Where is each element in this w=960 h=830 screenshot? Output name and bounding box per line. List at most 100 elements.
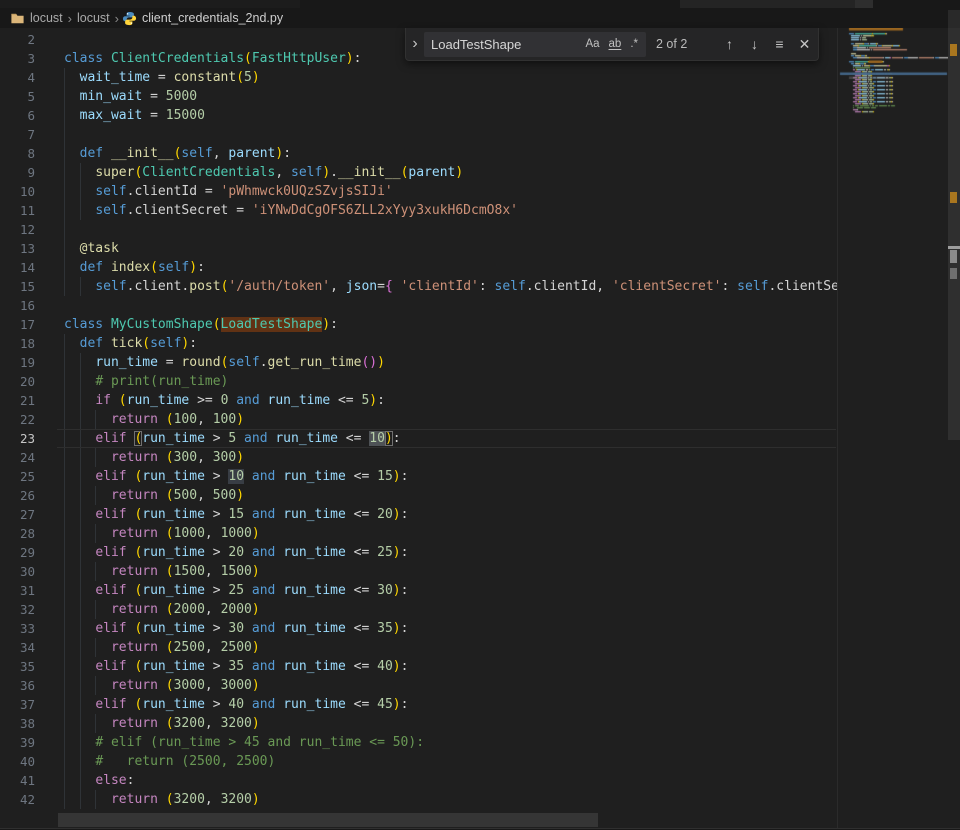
- find-expand-chevron-icon[interactable]: ›: [406, 28, 424, 60]
- minimap[interactable]: [838, 28, 948, 828]
- token: [64, 70, 80, 85]
- code-line-5[interactable]: 5 min_wait = 5000: [0, 87, 837, 106]
- token: super: [95, 165, 134, 180]
- line-number: 31: [0, 581, 35, 600]
- horizontal-scrollbar-slider[interactable]: [58, 813, 598, 827]
- code-line-37[interactable]: 37 elif (run_time > 40 and run_time <= 4…: [0, 695, 837, 714]
- code-line-13[interactable]: 13 @task: [0, 239, 837, 258]
- token: [64, 146, 80, 161]
- vertical-scrollbar-slider[interactable]: [948, 10, 960, 440]
- token: ,: [197, 488, 213, 503]
- token: [64, 431, 95, 446]
- code-text: # return (2500, 2500): [64, 752, 275, 771]
- token: 3200: [174, 792, 205, 807]
- token: '/auth/token': [228, 279, 330, 294]
- token: ): [393, 697, 401, 712]
- find-input[interactable]: [424, 37, 580, 52]
- token: run_time: [283, 545, 346, 560]
- vscode-window: locust › locust › client_credentials_2nd…: [0, 0, 960, 830]
- code-line-17[interactable]: 17class MyCustomShape(LoadTestShape):: [0, 315, 837, 334]
- code-line-30[interactable]: 30 return (1500, 1500): [0, 562, 837, 581]
- code-line-41[interactable]: 41 else:: [0, 771, 837, 790]
- token: 15: [228, 507, 244, 522]
- regex-icon[interactable]: .*: [626, 36, 642, 52]
- code-line-8[interactable]: 8 def __init__(self, parent):: [0, 144, 837, 163]
- token: (: [166, 564, 174, 579]
- code-line-34[interactable]: 34 return (2500, 2500): [0, 638, 837, 657]
- code-line-21[interactable]: 21 if (run_time >= 0 and run_time <= 5):: [0, 391, 837, 410]
- find-in-selection-button[interactable]: ≡: [768, 33, 791, 56]
- token: .clientId =: [127, 184, 221, 199]
- token: <=: [346, 621, 377, 636]
- code-line-27[interactable]: 27 elif (run_time > 15 and run_time <= 2…: [0, 505, 837, 524]
- code-line-19[interactable]: 19 run_time = round(self.get_run_time()): [0, 353, 837, 372]
- code-line-28[interactable]: 28 return (1000, 1000): [0, 524, 837, 543]
- code-line-29[interactable]: 29 elif (run_time > 20 and run_time <= 2…: [0, 543, 837, 562]
- whole-word-icon[interactable]: ab: [605, 36, 626, 52]
- code-line-12[interactable]: 12: [0, 220, 837, 239]
- token: [275, 659, 283, 674]
- token: # return (2500, 2500): [95, 754, 275, 769]
- code-text: else:: [64, 771, 134, 790]
- code-line-10[interactable]: 10 self.clientId = 'pWhmwck0UQzSZvjsSIJi…: [0, 182, 837, 201]
- code-line-24[interactable]: 24 return (300, 300): [0, 448, 837, 467]
- token: 45: [377, 697, 393, 712]
- token: [64, 697, 95, 712]
- code-line-31[interactable]: 31 elif (run_time > 25 and run_time <= 3…: [0, 581, 837, 600]
- token: ): [393, 469, 401, 484]
- code-line-9[interactable]: 9 super(ClientCredentials, self).__init_…: [0, 163, 837, 182]
- line-number: 17: [0, 315, 35, 334]
- code-line-15[interactable]: 15 self.client.post('/auth/token', json=…: [0, 277, 837, 296]
- code-line-6[interactable]: 6 max_wait = 15000: [0, 106, 837, 125]
- token: self: [150, 336, 181, 351]
- code-line-23[interactable]: 23 elif (run_time > 5 and run_time <= 10…: [0, 429, 837, 448]
- code-line-32[interactable]: 32 return (2000, 2000): [0, 600, 837, 619]
- token: [111, 393, 119, 408]
- code-line-33[interactable]: 33 elif (run_time > 30 and run_time <= 3…: [0, 619, 837, 638]
- token: [64, 469, 95, 484]
- previous-match-button[interactable]: ↑: [718, 33, 741, 56]
- token: (: [166, 450, 174, 465]
- code-line-35[interactable]: 35 elif (run_time > 35 and run_time <= 4…: [0, 657, 837, 676]
- token: ClientCredentials: [142, 165, 275, 180]
- token: run_time: [283, 697, 346, 712]
- code-text: return (500, 500): [64, 486, 244, 505]
- line-number: 42: [0, 790, 35, 809]
- token: return: [111, 526, 158, 541]
- code-line-36[interactable]: 36 return (3000, 3000): [0, 676, 837, 695]
- token: [103, 260, 111, 275]
- token: and: [252, 583, 275, 598]
- code-line-14[interactable]: 14 def index(self):: [0, 258, 837, 277]
- token: constant: [174, 70, 237, 85]
- token: if: [95, 393, 111, 408]
- code-line-22[interactable]: 22 return (100, 100): [0, 410, 837, 429]
- token: post: [189, 279, 220, 294]
- code-line-42[interactable]: 42 return (3200, 3200): [0, 790, 837, 809]
- token: [158, 640, 166, 655]
- code-line-4[interactable]: 4 wait_time = constant(5): [0, 68, 837, 87]
- token: parent: [228, 146, 275, 161]
- token: [158, 716, 166, 731]
- code-line-18[interactable]: 18 def tick(self):: [0, 334, 837, 353]
- breadcrumb-item-file[interactable]: client_credentials_2nd.py: [142, 11, 283, 25]
- breadcrumb-item-folder[interactable]: locust: [77, 11, 110, 25]
- next-match-button[interactable]: ↓: [743, 33, 766, 56]
- token: ): [252, 678, 260, 693]
- code-line-40[interactable]: 40 # return (2500, 2500): [0, 752, 837, 771]
- horizontal-scrollbar[interactable]: [0, 812, 837, 828]
- code-line-16[interactable]: 16: [0, 296, 837, 315]
- match-case-icon[interactable]: Aa: [581, 36, 603, 52]
- code-line-25[interactable]: 25 elif (run_time > 10 and run_time <= 1…: [0, 467, 837, 486]
- code-line-38[interactable]: 38 return (3200, 3200): [0, 714, 837, 733]
- code-line-11[interactable]: 11 self.clientSecret = 'iYNwDdCgOFS6ZLL2…: [0, 201, 837, 220]
- code-editor[interactable]: 23class ClientCredentials(FastHttpUser):…: [0, 30, 837, 812]
- code-line-26[interactable]: 26 return (500, 500): [0, 486, 837, 505]
- breadcrumb-item-root[interactable]: locust: [30, 11, 63, 25]
- code-line-7[interactable]: 7: [0, 125, 837, 144]
- code-line-20[interactable]: 20 # print(run_time): [0, 372, 837, 391]
- close-find-button[interactable]: ✕: [793, 33, 816, 56]
- token: .clientSecr: [768, 279, 837, 294]
- code-text: wait_time = constant(5): [64, 68, 260, 87]
- overview-ruler[interactable]: [948, 0, 960, 830]
- code-line-39[interactable]: 39 # elif (run_time > 45 and run_time <=…: [0, 733, 837, 752]
